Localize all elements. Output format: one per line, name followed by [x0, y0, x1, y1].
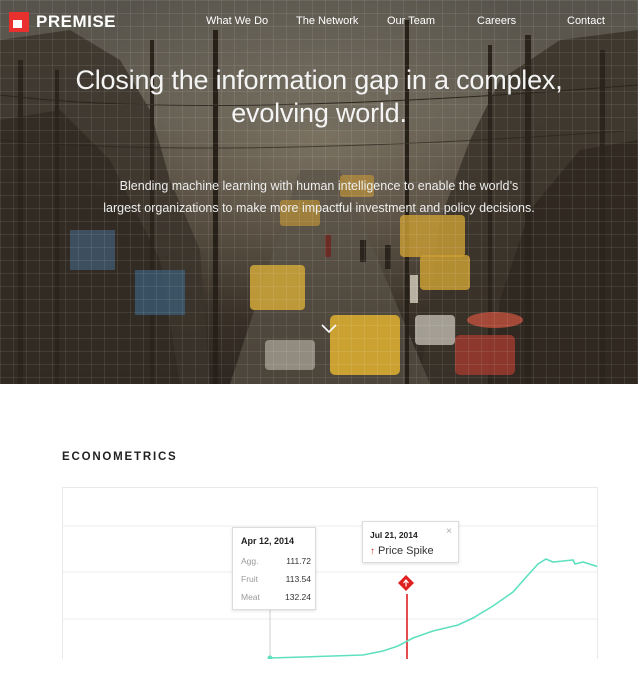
hero-subheadline: Blending machine learning with human int… — [40, 175, 598, 219]
hero-headline-line2: evolving world. — [231, 98, 407, 128]
econometrics-chart-canvas — [63, 525, 597, 659]
nav-what-we-do[interactable]: What We Do — [206, 15, 268, 27]
date-tooltip-date: Apr 12, 2014 — [241, 536, 295, 546]
tooltip-row-value: 111.72 — [286, 556, 311, 566]
tooltip-row-fruit: Fruit 113.54 — [241, 574, 311, 584]
price-spike-label: Price Spike — [378, 545, 434, 557]
nav-contact[interactable]: Contact — [567, 15, 605, 27]
tooltip-row-label: Meat — [241, 592, 260, 602]
nav-careers[interactable]: Careers — [477, 15, 516, 27]
hero-subheadline-line1: Blending machine learning with human int… — [119, 179, 519, 193]
date-tooltip: Apr 12, 2014 Agg. 111.72 Fruit 113.54 Me… — [232, 527, 316, 610]
date-marker-point — [267, 655, 273, 659]
econometrics-heading: ECONOMETRICS — [62, 451, 178, 463]
tooltip-row-agg: Agg. 111.72 — [241, 556, 311, 566]
chevron-down-icon[interactable] — [320, 322, 338, 334]
tooltip-row-meat: Meat 132.24 — [241, 592, 311, 602]
tooltip-row-value: 113.54 — [285, 574, 311, 584]
econometrics-chart — [62, 487, 598, 659]
price-spike-marker[interactable] — [398, 575, 414, 591]
hero-headline-line1: Closing the information gap in a complex… — [75, 65, 563, 95]
close-icon[interactable]: × — [446, 526, 452, 537]
nav-our-team[interactable]: Our Team — [387, 15, 435, 27]
top-navigation: PREMISE What We Do The Network Our Team … — [0, 0, 638, 44]
hero-section: PREMISE What We Do The Network Our Team … — [0, 0, 638, 384]
aggregate-price-line — [269, 558, 597, 659]
nav-the-network[interactable]: The Network — [296, 15, 358, 27]
hero-headline: Closing the information gap in a complex… — [30, 64, 608, 130]
tooltip-row-label: Agg. — [241, 556, 259, 566]
nav-links: What We Do The Network Our Team Careers … — [0, 15, 638, 31]
price-spike-label-wrap: ↑ Price Spike — [370, 545, 434, 557]
price-spike-date: Jul 21, 2014 — [370, 530, 418, 540]
price-spike-tooltip: Jul 21, 2014 × ↑ Price Spike — [362, 521, 459, 563]
arrow-up-icon: ↑ — [370, 546, 375, 557]
hero-subheadline-line2: largest organizations to make more impac… — [103, 201, 535, 215]
tooltip-row-value: 132.24 — [285, 592, 311, 602]
tooltip-row-label: Fruit — [241, 574, 258, 584]
